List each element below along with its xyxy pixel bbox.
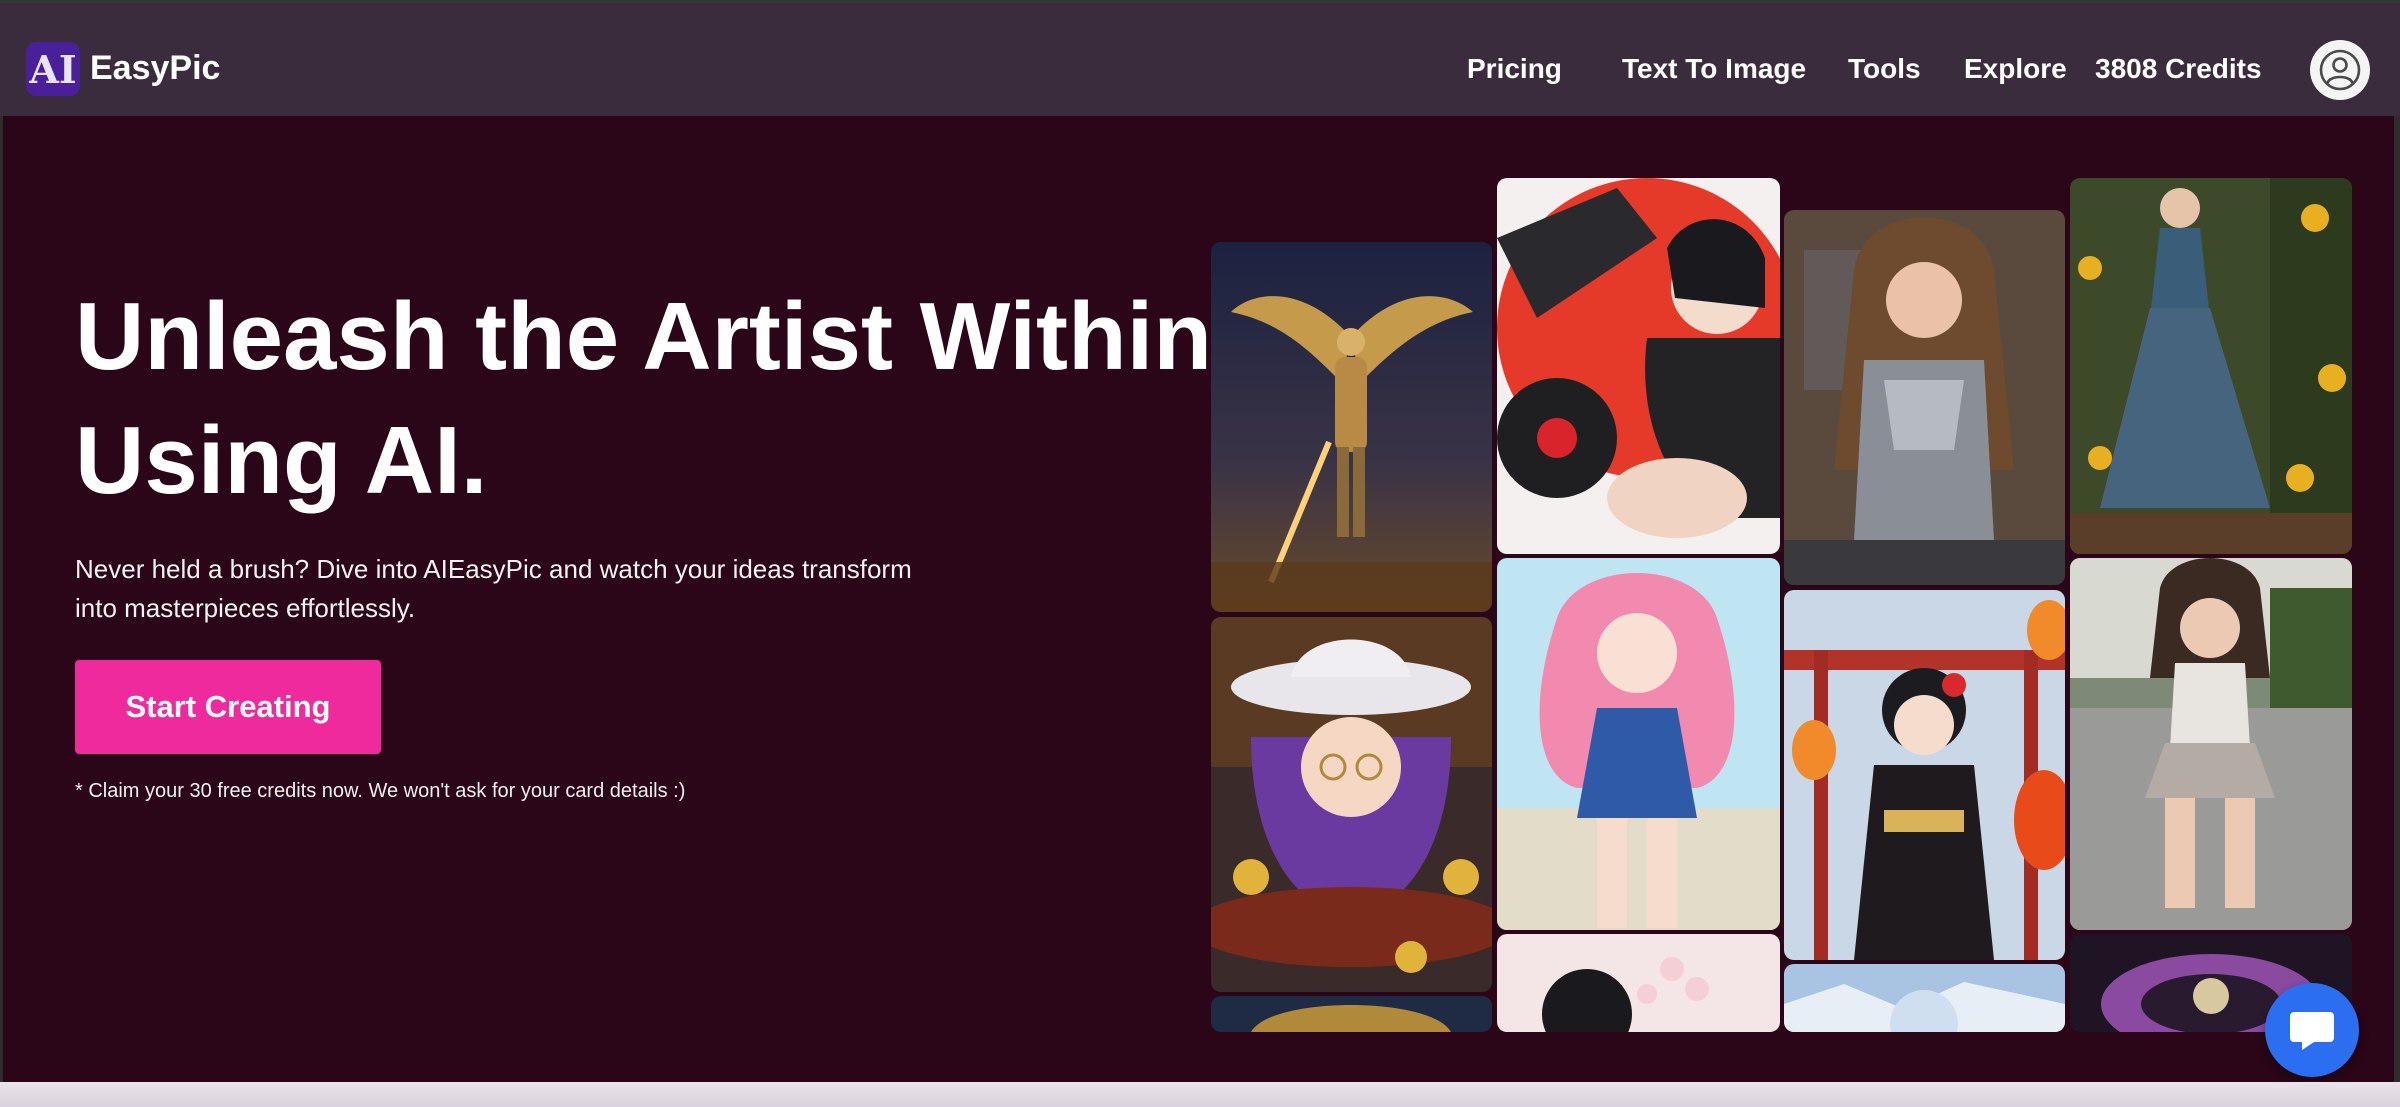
credits-label: Credits: [2165, 53, 2262, 84]
brand-logo-icon[interactable]: AI: [26, 42, 80, 96]
credits-indicator[interactable]: 3808 Credits: [2095, 53, 2262, 85]
gallery-image-blue-dress-woman[interactable]: [2070, 178, 2352, 554]
hero-title-line-1: Unleash the Artist Within: [75, 283, 1212, 390]
user-avatar-button[interactable]: [2310, 40, 2370, 100]
page-bottom-strip: [0, 1082, 2400, 1107]
credits-value: 3808: [2095, 53, 2158, 84]
gallery-image-angel-warrior[interactable]: [1211, 242, 1492, 612]
brand-badge-text: AI: [29, 46, 77, 92]
window-right-edge: [2394, 116, 2400, 1082]
hero-title-line-2: Using AI.: [75, 407, 488, 514]
top-navbar: AI EasyPic Pricing Text To Image Tools E…: [0, 3, 2400, 116]
hero-subtitle: Never held a brush? Dive into AIEasyPic …: [75, 550, 955, 628]
chat-bubble-icon: [2290, 1012, 2334, 1050]
gallery-image-clock[interactable]: [1211, 996, 1492, 1032]
hero-subtitle-line-1: Never held a brush? Dive into AIEasyPic …: [75, 554, 912, 584]
gallery-image-pink-hair-girl[interactable]: [1497, 558, 1780, 930]
gallery-image-mecha-girl[interactable]: [1497, 178, 1780, 554]
start-creating-button[interactable]: Start Creating: [75, 660, 381, 754]
free-credits-note: * Claim your 30 free credits now. We won…: [75, 780, 686, 802]
user-circle-icon: [2319, 49, 2361, 91]
gallery-image-kimono-girl[interactable]: [1784, 590, 2065, 960]
brand-name[interactable]: EasyPic: [90, 49, 220, 88]
window-left-edge: [0, 116, 3, 1082]
nav-link-pricing[interactable]: Pricing: [1467, 53, 1562, 85]
nav-link-text-to-image[interactable]: Text To Image: [1622, 53, 1806, 85]
gallery-image-blossom-girl[interactable]: [1497, 934, 1780, 1032]
gallery-image-armor-woman[interactable]: [1784, 210, 2065, 585]
chat-support-button[interactable]: [2265, 983, 2359, 1077]
gallery-image-street-girl[interactable]: [2070, 558, 2352, 930]
hero-title: Unleash the Artist Within Using AI.: [75, 275, 1225, 523]
gallery-image-witch-girl[interactable]: [1211, 617, 1492, 992]
nav-link-explore[interactable]: Explore: [1964, 53, 2067, 85]
gallery-image-silver-hair-girl[interactable]: [1784, 964, 2065, 1032]
nav-link-tools[interactable]: Tools: [1848, 53, 1921, 85]
hero-subtitle-line-2: into masterpieces effortlessly.: [75, 593, 416, 623]
